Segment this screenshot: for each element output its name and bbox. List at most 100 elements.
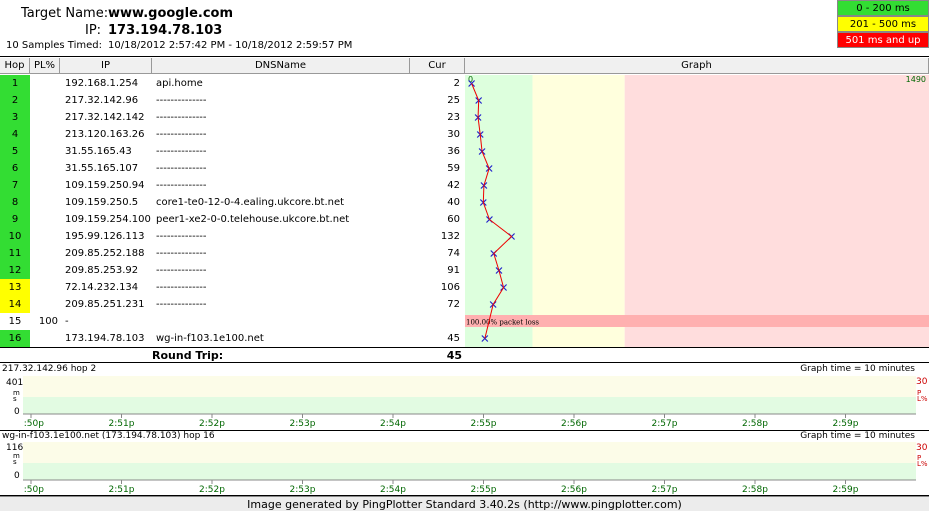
hop-dnsname: --------------	[156, 231, 207, 242]
hop-ip: 109.159.254.100	[65, 214, 151, 225]
mini1-ymax: 401	[6, 378, 24, 388]
mini1-title: 217.32.142.96 hop 2	[2, 364, 97, 374]
hop-dnsname: --------------	[156, 95, 207, 106]
mini2-pl-max: 30	[916, 443, 928, 453]
col-graph[interactable]: Graph	[465, 58, 929, 74]
hop-number: 1	[0, 75, 30, 92]
hop-row[interactable]: 5 31.55.165.43 -------------- 36	[0, 143, 465, 160]
hop-dnsname: --------------	[156, 180, 207, 191]
hop-row[interactable]: 16 173.194.78.103 wg-in-f103.1e100.net 45	[0, 330, 465, 347]
hop-dnsname: api.home	[156, 78, 203, 89]
legend-red: 501 ms and up	[837, 32, 929, 48]
hop-ip: 209.85.251.231	[65, 299, 145, 310]
mini2-chart: 2:50p 2:51p 2:52p 2:53p 2:54p 2:55p 2:56p 2:57p…	[23, 442, 916, 495]
time-tick-label: 2:55p	[471, 485, 497, 495]
hop-current-latency: 91	[447, 265, 460, 276]
hop-ip: 209.85.253.92	[65, 265, 139, 276]
hop-number: 12	[0, 262, 30, 279]
mini1-yunit: ms	[13, 389, 20, 403]
hop-dnsname: --------------	[156, 299, 207, 310]
mini1-chart: 2:50p 2:51p 2:52p 2:53p 2:54p 2:55p 2:56p 2:57p…	[23, 376, 916, 429]
hop-dnsname: core1-te0-12-0-4.ealing.ukcore.bt.net	[156, 197, 345, 208]
round-trip-value: 45	[446, 349, 462, 362]
hop-current-latency: 132	[440, 231, 460, 242]
col-cur[interactable]: Cur	[410, 58, 465, 74]
hop-ip: 109.159.250.94	[65, 180, 145, 191]
time-tick-label: 2:52p	[199, 485, 225, 495]
hop-packet-loss: 100	[38, 316, 58, 327]
samples-label: 10 Samples Timed:	[6, 40, 102, 51]
hop-row[interactable]: 1 192.168.1.254 api.home 2	[0, 75, 465, 92]
graph-zone-yellow	[532, 75, 625, 347]
time-tick-label: 2:52p	[199, 419, 225, 429]
hop-row[interactable]: 7 109.159.250.94 -------------- 42	[0, 177, 465, 194]
hop-row[interactable]: 2 217.32.142.96 -------------- 25	[0, 92, 465, 109]
col-dnsname[interactable]: DNSName	[152, 58, 410, 74]
hop-row[interactable]: 12 209.85.253.92 -------------- 91	[0, 262, 465, 279]
hop-current-latency: 42	[447, 180, 460, 191]
hop-number: 15	[0, 313, 30, 330]
hop-dnsname: --------------	[156, 248, 207, 259]
hop-dnsname: --------------	[156, 146, 207, 157]
hop-row[interactable]: 10 195.99.126.113 -------------- 132	[0, 228, 465, 245]
mini2-title: wg-in-f103.1e100.net (173.194.78.103) ho…	[2, 431, 215, 441]
summary-header: Target Name: www.google.com IP: 173.194.…	[0, 0, 929, 57]
graph-scale-max: 1490	[906, 75, 926, 84]
hop-current-latency: 106	[440, 282, 460, 293]
col-ip[interactable]: IP	[60, 58, 152, 74]
hop-row[interactable]: 4 213.120.163.26 -------------- 30	[0, 126, 465, 143]
hop-dnsname: wg-in-f103.1e100.net	[156, 333, 264, 344]
hop-number: 6	[0, 160, 30, 177]
mini-green-band	[23, 463, 916, 480]
hop-current-latency: 25	[447, 95, 460, 106]
time-tick-label: 2:51p	[109, 485, 135, 495]
mini1-pl-unit: PL%	[917, 389, 928, 403]
time-tick-label: 2:50p	[23, 419, 44, 429]
hop-row[interactable]: 14 209.85.251.231 -------------- 72	[0, 296, 465, 313]
hop-number: 4	[0, 126, 30, 143]
hop-ip: 192.168.1.254	[65, 78, 139, 89]
hop-dnsname: --------------	[156, 265, 207, 276]
hop-row[interactable]: 11 209.85.252.188 -------------- 74	[0, 245, 465, 262]
hop-2-timeline: 217.32.142.96 hop 2 Graph time = 10 minu…	[0, 364, 929, 431]
time-tick-label: 2:53p	[290, 485, 316, 495]
hop-number: 2	[0, 92, 30, 109]
time-tick-label: 2:54p	[380, 419, 406, 429]
hop-current-latency: 45	[447, 333, 460, 344]
packet-loss-label: 100.00% packet loss	[466, 319, 539, 327]
hop-number: 5	[0, 143, 30, 160]
hop-row[interactable]: 6 31.55.165.107 -------------- 59	[0, 160, 465, 177]
time-tick-label: 2:54p	[380, 485, 406, 495]
time-tick-label: 2:51p	[109, 419, 135, 429]
hop-ip: 31.55.165.43	[65, 146, 132, 157]
hop-number: 16	[0, 330, 30, 347]
hop-number: 7	[0, 177, 30, 194]
time-tick-label: 2:56p	[561, 485, 587, 495]
mini-green-band	[23, 397, 916, 414]
time-tick-label: 2:58p	[742, 485, 768, 495]
hop-current-latency: 72	[447, 299, 460, 310]
hop-current-latency: 74	[447, 248, 460, 259]
hop-number: 14	[0, 296, 30, 313]
hop-number: 3	[0, 109, 30, 126]
col-hop[interactable]: Hop	[0, 58, 30, 74]
hop-number: 9	[0, 211, 30, 228]
hop-row[interactable]: 9 109.159.254.100 peer1-xe2-0-0.telehouse.…	[0, 211, 465, 228]
hop-current-latency: 2	[453, 78, 460, 89]
mini1-pl-max: 30	[916, 377, 928, 387]
hop-row[interactable]: 8 109.159.250.5 core1-te0-12-0-4.ealing.uk…	[0, 194, 465, 211]
hop-row[interactable]: 3 217.32.142.142 -------------- 23	[0, 109, 465, 126]
time-tick-label: 2:56p	[561, 419, 587, 429]
hop-row[interactable]: 15 100-	[0, 313, 465, 330]
graph-zone-red	[624, 75, 929, 347]
hop-row[interactable]: 13 72.14.232.134 -------------- 106	[0, 279, 465, 296]
hop-ip: 217.32.142.142	[65, 112, 145, 123]
hop-ip: 195.99.126.113	[65, 231, 145, 242]
mini2-pl-unit: PL%	[917, 454, 928, 468]
hop-number: 8	[0, 194, 30, 211]
hop-current-latency: 36	[447, 146, 460, 157]
mini2-ymin: 0	[14, 471, 20, 481]
hop-dnsname: --------------	[156, 282, 207, 293]
time-tick-label: 2:50p	[23, 485, 44, 495]
col-pl[interactable]: PL%	[30, 58, 60, 74]
